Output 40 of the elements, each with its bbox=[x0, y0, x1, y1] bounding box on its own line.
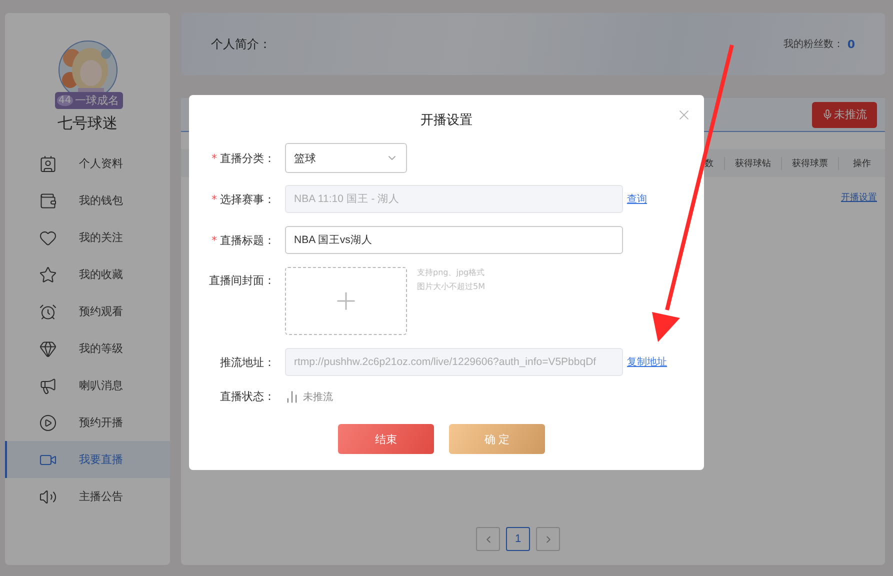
fans-label: 我的粉丝数： bbox=[783, 38, 844, 51]
upload-hint: 支持png、jpg格式 bbox=[417, 267, 485, 278]
sidebar-item[interactable]: 我的收藏 bbox=[5, 256, 170, 293]
page-button[interactable]: 1 bbox=[506, 527, 530, 551]
sidebar-item[interactable]: 预约观看 bbox=[5, 293, 170, 330]
signal-bars-icon bbox=[285, 390, 299, 404]
sidebar-item[interactable]: 喇叭消息 bbox=[5, 367, 170, 404]
category-select[interactable]: 篮球 bbox=[285, 143, 407, 173]
prev-page-button[interactable] bbox=[476, 527, 500, 551]
fans-count: 0 bbox=[847, 38, 855, 50]
sidebar-item[interactable]: 主播公告 bbox=[5, 478, 170, 515]
sidebar-item[interactable]: 个人资料 bbox=[5, 145, 170, 182]
field-label: 直播状态： bbox=[219, 389, 275, 404]
status-text: 未推流 bbox=[303, 390, 333, 404]
upload-button[interactable] bbox=[285, 267, 407, 335]
field-label: * 直播分类： bbox=[210, 150, 275, 166]
bio-label: 个人简介： bbox=[211, 36, 271, 52]
wallet-icon bbox=[39, 192, 57, 210]
sidebar-item[interactable]: 我的等级 bbox=[5, 330, 170, 367]
dialog-title: 开播设置 bbox=[420, 112, 472, 129]
sidebar-item[interactable]: 我的关注 bbox=[5, 219, 170, 256]
stream-status-button[interactable]: 未推流 bbox=[812, 102, 877, 128]
sidebar-item[interactable]: 预约开播 bbox=[5, 404, 170, 441]
field-label: * 直播标题： bbox=[210, 232, 275, 248]
microphone-icon bbox=[822, 109, 833, 120]
title-badge: 44 一球成名 bbox=[54, 92, 124, 109]
field-label: 直播间封面： bbox=[208, 273, 275, 288]
end-button[interactable]: 结束 bbox=[338, 424, 434, 454]
field-label: * 选择赛事： bbox=[210, 192, 275, 206]
sidebar-item[interactable]: 我要直播 bbox=[5, 441, 170, 478]
column-header: 获得球票 bbox=[781, 156, 838, 170]
input-field[interactable]: NBA 国王vs湖人 bbox=[285, 226, 623, 254]
sidebar-item[interactable]: 我的钱包 bbox=[5, 182, 170, 219]
column-header: 获得球钻 bbox=[724, 156, 781, 170]
upload-hint: 图片大小不超过5M bbox=[417, 281, 485, 292]
settings-link[interactable]: 开播设置 bbox=[841, 190, 877, 204]
field-label: 推流地址： bbox=[219, 354, 275, 370]
column-header: 操作 bbox=[838, 156, 885, 170]
user-name: 七号球迷 bbox=[56, 114, 118, 133]
next-page-button[interactable] bbox=[536, 527, 560, 551]
